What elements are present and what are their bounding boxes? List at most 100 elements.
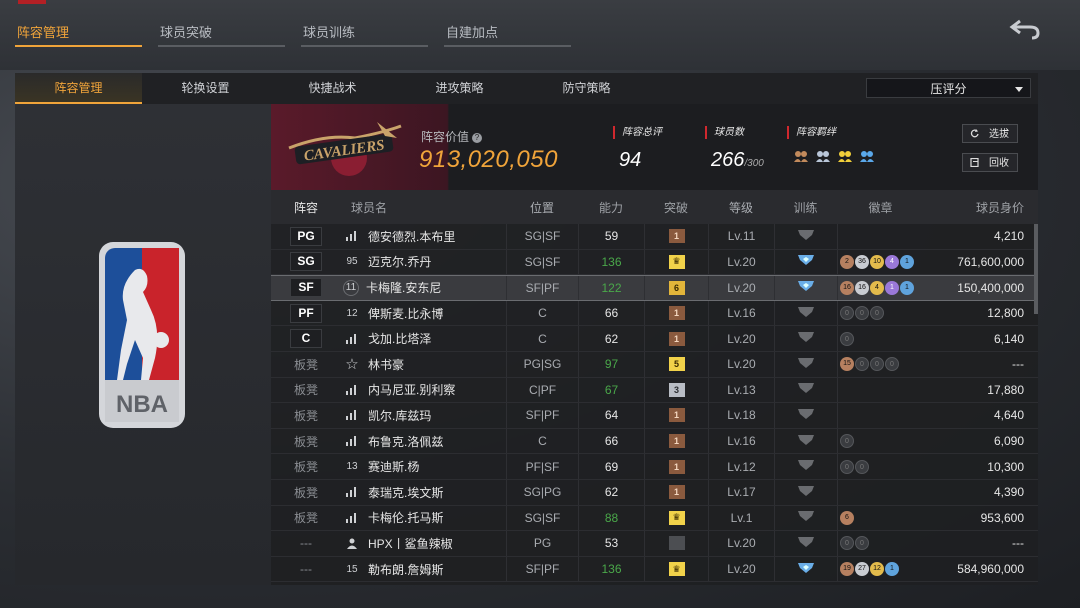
training-shield-icon [797, 357, 815, 372]
bench-label: --- [300, 562, 312, 577]
table-row[interactable]: C 戈加.比塔泽 C 62 1 Lv.20 0 6,140 [271, 326, 1038, 352]
breakthrough-badge: 5 [668, 357, 685, 372]
recycle-button[interactable]: 回收 [962, 153, 1018, 172]
table-row[interactable]: --- 15 勒布朗.詹姆斯 SF|PF 136 ♛ Lv.20 19 27 12 1 584,960… [271, 556, 1038, 583]
cell-badges: 15 0 0 0 [837, 351, 922, 377]
player-name: 卡梅伦.托马斯 [368, 511, 444, 526]
cell-ability: 88 [578, 505, 644, 531]
select-button[interactable]: 选拔 [962, 124, 1018, 143]
cell-ability: 66 [578, 300, 644, 326]
cell-position: C|PF [506, 377, 578, 403]
cell-pos: C [271, 326, 341, 351]
cell-position: SG|SF [506, 224, 578, 249]
col-header-breakthrough[interactable]: 突破 [644, 190, 708, 224]
training-shield-icon [797, 306, 815, 321]
badge-count: 0 [885, 357, 899, 372]
cell-level: Lv.1 [708, 505, 774, 531]
cell-ability: 62 [578, 326, 644, 351]
jersey-number: 95 [346, 256, 358, 268]
badge-count: 0 [855, 357, 869, 372]
cell-ability: 53 [578, 531, 644, 556]
col-header-name[interactable]: 球员名 [341, 190, 506, 224]
cell-training [774, 300, 837, 326]
cell-training [774, 479, 837, 505]
jersey-number: 15 [346, 563, 358, 575]
cell-level: Lv.20 [708, 531, 774, 556]
player-name: 布鲁克.洛佩兹 [368, 434, 444, 449]
breakthrough-badge: ♛ [668, 562, 685, 577]
cell-position: C [506, 300, 578, 326]
table-row[interactable]: --- HPX丨鲨鱼辣椒 PG 53 Lv.20 0 0 --- [271, 531, 1038, 557]
col-header-badges[interactable]: 徽章 [837, 190, 922, 224]
col-header-pos[interactable]: 阵容 [271, 190, 341, 224]
cell-level: Lv.12 [708, 454, 774, 479]
player-name: HPX丨鲨鱼辣椒 [368, 536, 453, 551]
cell-badges [837, 377, 922, 403]
sub-tab-2[interactable]: 快捷战术 [269, 73, 396, 104]
training-shield-icon [797, 510, 815, 525]
cell-badges: 19 27 12 1 [837, 556, 922, 582]
jersey-number: 11 [343, 279, 359, 296]
cell-breakthrough: 6 [644, 276, 708, 300]
breakthrough-badge: 1 [668, 485, 685, 500]
col-header-loc[interactable]: 位置 [506, 190, 578, 224]
col-header-price[interactable]: 球员身价 [922, 190, 1038, 224]
bond-icon-group[interactable] [787, 149, 875, 163]
cell-breakthrough: 1 [644, 300, 708, 326]
badge-count: 15 [840, 357, 854, 372]
badge-count: 0 [840, 434, 854, 449]
cell-level: Lv.20 [708, 249, 774, 275]
cell-price: 761,600,000 [957, 254, 1024, 269]
breakthrough-badge [668, 536, 685, 551]
table-row[interactable]: 板凳 凯尔.库兹玛 SF|PF 64 1 Lv.18 4,640 [271, 403, 1038, 429]
cell-name: 15 勒布朗.詹姆斯 [341, 557, 506, 582]
player-name: 德安德烈.本布里 [368, 229, 456, 244]
sub-tab-0[interactable]: 阵容管理 [15, 73, 142, 104]
table-row[interactable]: SF 11 卡梅隆.安东尼 SF|PF 122 6 Lv.20 16 16 4 1 1 150,400,… [271, 275, 1038, 301]
top-tab-3[interactable]: 自建加点 [444, 18, 571, 47]
cell-name: 13 赛迪斯.杨 [341, 454, 506, 479]
player-count-number: 266 [711, 149, 745, 171]
table-row[interactable]: 板凳 内马尼亚.别利察 C|PF 67 3 Lv.13 17,880 [271, 377, 1038, 404]
sub-tab-3[interactable]: 进攻策略 [396, 73, 523, 104]
cell-training [774, 377, 837, 403]
cell-price: 6,090 [993, 434, 1024, 449]
table-row[interactable]: PF 12 俾斯麦.比永博 C 66 1 Lv.16 0 0 0 12,800 [271, 300, 1038, 327]
table-row[interactable]: 板凳 ☆ 林书豪 PG|SG 97 5 Lv.20 15 0 0 0 --- [271, 351, 1038, 378]
help-icon[interactable]: ? [472, 133, 483, 143]
top-tab-1[interactable]: 球员突破 [158, 18, 285, 47]
cell-breakthrough: 1 [644, 403, 708, 428]
position-badge: PG [290, 226, 322, 246]
sub-tab-4[interactable]: 防守策略 [523, 73, 650, 104]
cell-level: Lv.20 [708, 326, 774, 351]
corner-logo [18, 0, 46, 4]
signal-bars-icon [343, 509, 361, 527]
back-arrow-icon[interactable] [1008, 18, 1042, 40]
col-header-level[interactable]: 等级 [708, 190, 774, 224]
player-count-stat: 球员数 266/300 [705, 126, 764, 172]
table-row[interactable]: 板凳 卡梅伦.托马斯 SG|SF 88 ♛ Lv.1 6 953,600 [271, 505, 1038, 532]
cell-position: SF|PF [506, 403, 578, 428]
badge-count: 16 [840, 280, 854, 295]
table-row[interactable]: SG 95 迈克尔.乔丹 SG|SF 136 ♛ Lv.20 2 36 10 4 1 761,600,0… [271, 249, 1038, 276]
cell-breakthrough: ♛ [644, 249, 708, 275]
sub-tab-1[interactable]: 轮换设置 [142, 73, 269, 104]
table-scrollbar[interactable] [1034, 224, 1038, 314]
col-header-training[interactable]: 训练 [774, 190, 837, 224]
top-tab-2[interactable]: 球员训练 [301, 18, 428, 47]
top-tab-0[interactable]: 阵容管理 [15, 18, 142, 47]
training-shield-icon [797, 536, 815, 551]
team-summary-header: CAVALIERS 阵容价值? 913,020,050 阵容总评 94 球员数 … [271, 104, 1038, 190]
cell-breakthrough: 1 [644, 326, 708, 351]
table-row[interactable]: 板凳 布鲁克.洛佩兹 C 66 1 Lv.16 0 6,090 [271, 428, 1038, 455]
cell-ability: 69 [578, 454, 644, 479]
cell-level: Lv.20 [708, 351, 774, 377]
sort-dropdown[interactable]: 压评分 [866, 78, 1031, 98]
col-header-ability[interactable]: 能力 [578, 190, 644, 224]
breakthrough-badge: ♛ [668, 254, 685, 269]
table-row[interactable]: PG 德安德烈.本布里 SG|SF 59 1 Lv.11 4,210 [271, 224, 1038, 250]
breakthrough-badge: 1 [668, 331, 685, 346]
table-row[interactable]: 板凳 泰瑞克.埃文斯 SG|PG 62 1 Lv.17 4,390 [271, 479, 1038, 506]
table-row[interactable]: 板凳 13 赛迪斯.杨 PF|SF 69 1 Lv.12 0 0 10,300 [271, 454, 1038, 480]
team-logo-area: NBA [15, 104, 271, 585]
